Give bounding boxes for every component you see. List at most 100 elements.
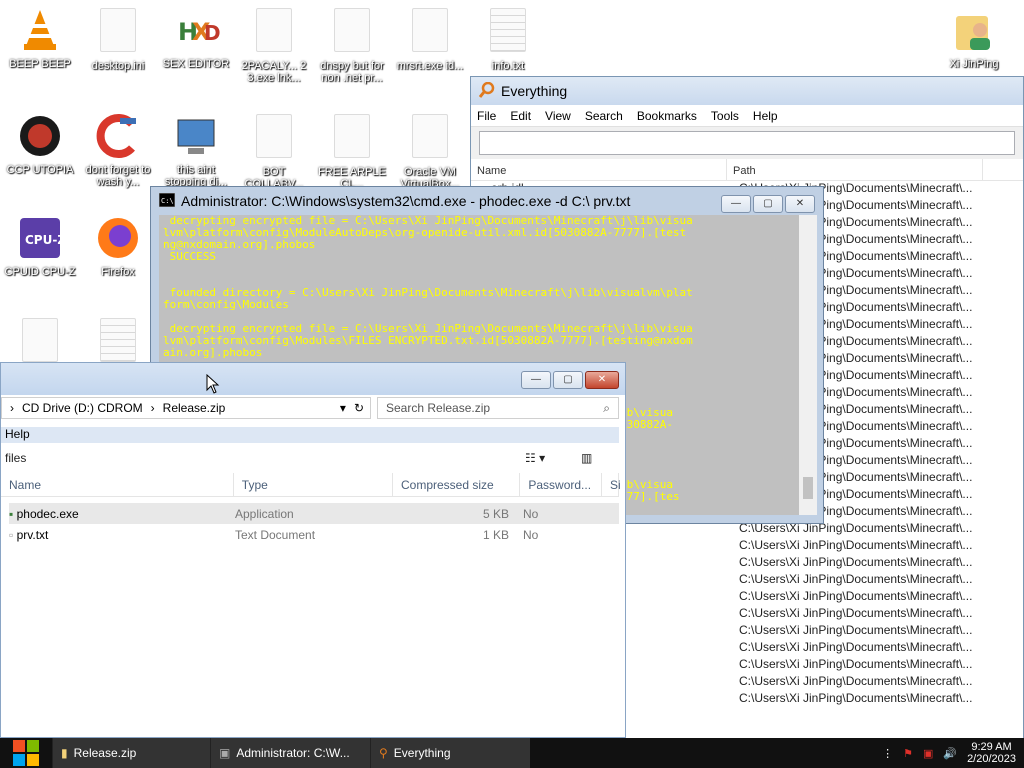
computer-icon	[172, 112, 220, 160]
column-name[interactable]: Name	[471, 159, 727, 180]
more-icon[interactable]: ⋮	[882, 747, 893, 760]
desktop-icon-cpuz[interactable]: CPU-Z CPUID CPU-Z	[0, 214, 80, 278]
column-compressed-size[interactable]: Compressed size	[393, 473, 521, 496]
cpuz-icon: CPU-Z	[16, 214, 66, 262]
preview-pane-icon[interactable]: ▥	[581, 451, 592, 465]
desktop-icon-free-arple[interactable]: FREE ARPLE CL...	[312, 112, 392, 190]
column-path[interactable]: Path	[727, 159, 983, 180]
minimize-button[interactable]: —	[721, 195, 751, 213]
desktop-icon-label: SEX EDITOR	[162, 58, 230, 70]
everything-title: Everything	[501, 83, 568, 99]
desktop-icon-virtualbox[interactable]: Oracle VM VirtualBox...	[390, 112, 470, 190]
taskbar-item-everything[interactable]: ⚲ Everything	[370, 738, 530, 768]
desktop-icon-mrsrt[interactable]: mrsrt.exe id...	[390, 6, 470, 72]
address-bar[interactable]: › CD Drive (D:) CDROM › Release.zip ▾ ↻	[1, 397, 371, 419]
table-row[interactable]: ▪ phodec.exe Application 5 KB No	[9, 503, 619, 524]
desktop-icon-dnspy[interactable]: dnspy but for non .net pr...	[312, 6, 392, 84]
file-password: No	[523, 506, 539, 521]
everything-search-input[interactable]	[479, 131, 1015, 155]
desktop-icon-ccp-utopia[interactable]: CCP UTOPIA	[0, 112, 80, 176]
desktop-icon-blank-1[interactable]	[0, 316, 80, 366]
toolbar-files[interactable]: files	[5, 451, 26, 465]
explorer-window[interactable]: — ▢ ✕ › CD Drive (D:) CDROM › Release.zi…	[0, 362, 626, 738]
desktop-icon-label: this aint stopping di...	[164, 164, 228, 188]
folder-icon: ▮	[61, 746, 68, 760]
explorer-search-input[interactable]: Search Release.zip ⌕	[377, 397, 619, 419]
menu-tools[interactable]: Tools	[711, 109, 739, 123]
result-path: C:\Users\Xi JinPing\Documents\Minecraft\…	[739, 674, 973, 688]
flag-icon[interactable]: ⚑	[903, 747, 913, 760]
start-button[interactable]	[0, 738, 52, 768]
taskbar-item-release-zip[interactable]: ▮ Release.zip	[52, 738, 210, 768]
clock-time: 9:29 AM	[971, 741, 1012, 753]
search-icon	[478, 81, 495, 101]
maximize-button[interactable]: ▢	[553, 371, 583, 389]
desktop-icon-firefox[interactable]: Firefox	[78, 214, 158, 278]
close-button[interactable]: ✕	[785, 195, 815, 213]
column-type[interactable]: Type	[234, 473, 393, 496]
menu-view[interactable]: View	[545, 109, 571, 123]
desktop-icon-label: dnspy but for non .net pr...	[320, 60, 384, 84]
breadcrumb-cd-drive[interactable]: CD Drive (D:) CDROM	[22, 401, 143, 415]
column-name[interactable]: Name	[1, 473, 234, 496]
file-icon	[94, 318, 142, 366]
minimize-button[interactable]: —	[521, 371, 551, 389]
breadcrumb-release-zip[interactable]: Release.zip	[163, 401, 226, 415]
alert-icon[interactable]: ▣	[923, 747, 933, 760]
text-file-icon: ▫	[9, 527, 14, 542]
maximize-button[interactable]: ▢	[753, 195, 783, 213]
everything-titlebar[interactable]: Everything	[471, 77, 1023, 105]
ccp-utopia-icon	[16, 112, 64, 160]
taskbar-item-cmd[interactable]: ▣ Administrator: C:\W...	[210, 738, 370, 768]
cmd-scrollbar[interactable]	[799, 215, 817, 515]
desktop-icon-label: BEEP BEEP	[9, 58, 71, 70]
column-password[interactable]: Password...	[520, 473, 602, 496]
explorer-toolbar: files ☷ ▾ ▥	[1, 447, 619, 471]
result-path: C:\Users\Xi JinPing\Documents\Minecraft\…	[739, 555, 973, 569]
desktop-icon-ccleaner[interactable]: dont forget to wash y...	[78, 112, 158, 188]
file-name: ▫ prv.txt	[9, 527, 49, 542]
user-folder-icon	[950, 6, 998, 54]
desktop-icon-label: info.txt	[491, 60, 525, 72]
file-icon	[16, 318, 64, 366]
chevron-down-icon[interactable]: ▾	[340, 401, 346, 415]
clock[interactable]: 9:29 AM 2/20/2023	[967, 741, 1016, 765]
desktop-icon-desktop-ini[interactable]: desktop.ini	[78, 6, 158, 72]
desktop-icon-bot-collab[interactable]: BOT COLLABV...	[234, 112, 314, 190]
menu-help[interactable]: Help	[5, 427, 30, 441]
everything-menubar: File Edit View Search Bookmarks Tools He…	[471, 105, 1023, 127]
firefox-icon	[94, 214, 142, 262]
column-size[interactable]: Si	[602, 473, 621, 496]
view-options-icon[interactable]: ☷ ▾	[525, 451, 545, 465]
chevron-right-icon: ›	[150, 401, 155, 415]
scrollbar-thumb[interactable]	[803, 477, 813, 499]
text-file-icon	[484, 8, 532, 56]
file-type: Application	[235, 506, 294, 521]
menu-search[interactable]: Search	[585, 109, 623, 123]
refresh-icon[interactable]: ↻	[354, 401, 364, 415]
desktop-icon-blank-2[interactable]	[78, 316, 158, 366]
ccleaner-icon	[94, 112, 142, 160]
desktop-icon-info-txt[interactable]: info.txt	[468, 6, 548, 72]
menu-edit[interactable]: Edit	[510, 109, 531, 123]
desktop-icon-beep-beep[interactable]: BEEP BEEP	[0, 6, 80, 70]
table-row[interactable]: ▫ prv.txt Text Document 1 KB No	[9, 524, 619, 545]
menu-file[interactable]: File	[477, 109, 496, 123]
close-button[interactable]: ✕	[585, 371, 619, 389]
vlc-cone-icon	[16, 6, 64, 54]
application-icon: ▪	[9, 506, 14, 521]
search-placeholder: Search Release.zip	[386, 401, 491, 415]
cmd-title: Administrator: C:\Windows\system32\cmd.e…	[181, 193, 631, 209]
desktop-icon-label: 2PACALY... 2 3.exe lnk...	[241, 60, 307, 84]
file-icon	[328, 114, 376, 162]
desktop-icon-this-aint[interactable]: this aint stopping di...	[156, 112, 236, 188]
taskbar-label: Release.zip	[73, 746, 137, 760]
volume-icon[interactable]: 🔊	[943, 747, 957, 760]
menu-bookmarks[interactable]: Bookmarks	[637, 109, 697, 123]
desktop-icon-hxd[interactable]: HXD SEX EDITOR	[156, 6, 236, 70]
desktop-icon-2pacaly[interactable]: 2PACALY... 2 3.exe lnk...	[234, 6, 314, 84]
desktop-icon-label: CPUID CPU-Z	[4, 266, 76, 278]
desktop-icon-user-folder[interactable]: Xi JinPing	[934, 6, 1014, 70]
search-icon: ⌕	[603, 401, 610, 415]
menu-help[interactable]: Help	[753, 109, 778, 123]
